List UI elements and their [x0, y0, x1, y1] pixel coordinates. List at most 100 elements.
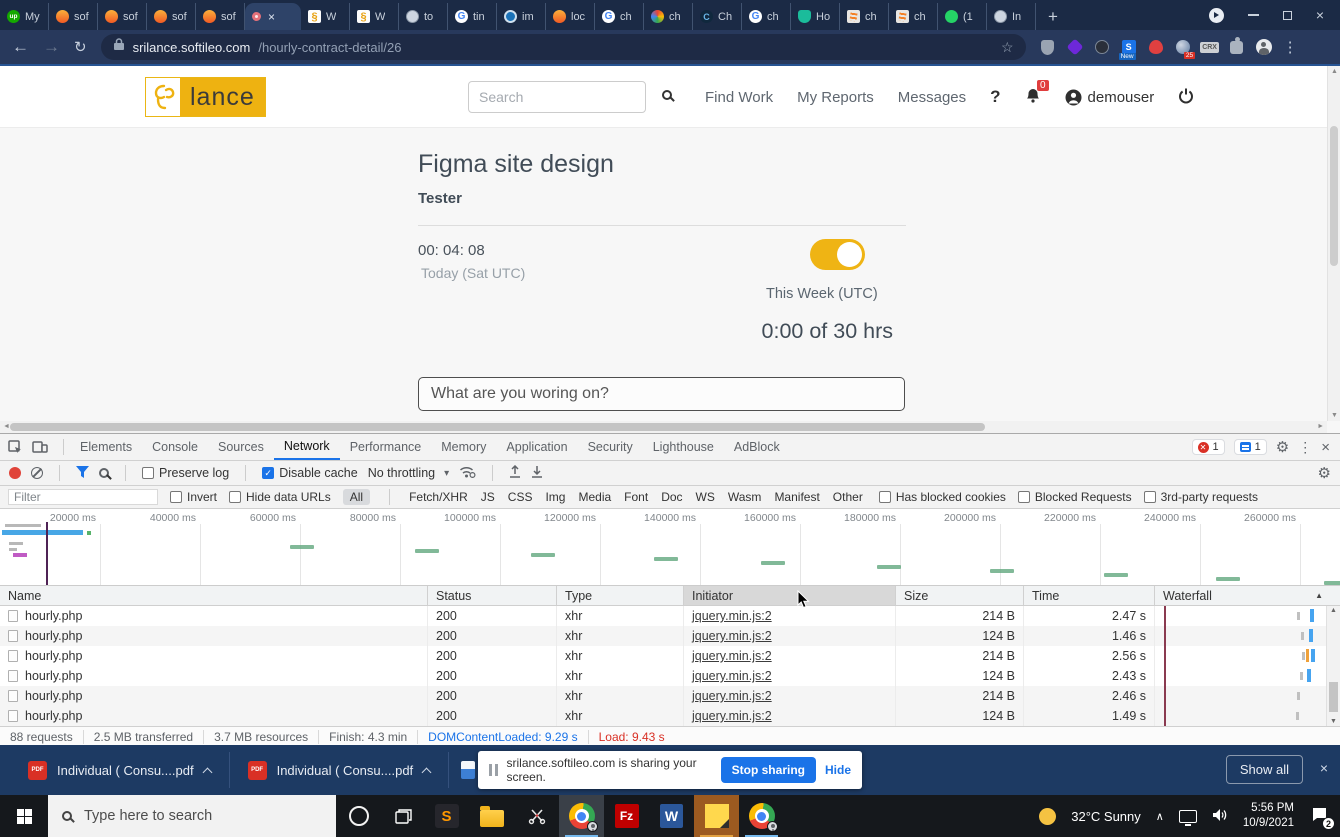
scroll-up-icon[interactable]: ▲ [1331, 68, 1338, 75]
logout-power-icon[interactable] [1178, 87, 1194, 108]
filter-type-font[interactable]: Font [624, 490, 648, 504]
vertical-scroll-thumb[interactable] [1330, 126, 1338, 266]
srilance-logo[interactable]: lance [145, 77, 266, 117]
action-center-button[interactable]: 2 [1311, 807, 1328, 825]
devtools-tab-memory[interactable]: Memory [431, 434, 496, 460]
chevron-up-icon[interactable] [422, 767, 432, 777]
forward-button[interactable]: → [43, 37, 60, 57]
throttling-select[interactable]: No throttling▾ [368, 466, 449, 480]
browser-tab[interactable]: (1 [938, 3, 987, 30]
blocked-requests-checkbox[interactable]: Blocked Requests [1018, 490, 1132, 504]
devtools-tab-performance[interactable]: Performance [340, 434, 432, 460]
filter-type-other[interactable]: Other [833, 490, 863, 504]
clear-network-log-icon[interactable] [31, 467, 43, 479]
initiator-link[interactable]: jquery.min.js:2 [692, 649, 772, 663]
taskbar-clock[interactable]: 5:56 PM 10/9/2021 [1243, 801, 1294, 831]
checkbox-icon[interactable] [879, 491, 891, 503]
table-row[interactable]: hourly.php200xhrjquery.min.js:2214 B2.46… [0, 686, 1340, 706]
dark-extension-icon[interactable] [1094, 39, 1110, 55]
devtools-tab-sources[interactable]: Sources [208, 434, 274, 460]
rows-scrollbar[interactable]: ▲ ▼ [1326, 606, 1340, 726]
browser-tab[interactable]: CCh [693, 3, 742, 30]
taskbar-app-sublime[interactable]: S [424, 795, 469, 837]
preserve-log-checkbox[interactable]: Preserve log [142, 466, 229, 480]
notifications-bell-icon[interactable]: 0 [1025, 87, 1041, 108]
taskbar-app-chrome[interactable] [739, 795, 784, 837]
download-item[interactable]: PDFIndividual ( Consu....pdf [12, 750, 227, 790]
scroll-down-icon[interactable]: ▼ [1331, 412, 1338, 419]
media-control-icon[interactable] [1209, 8, 1224, 23]
taskbar-app-stickynotes[interactable] [694, 795, 739, 837]
table-row[interactable]: hourly.php200xhrjquery.min.js:2214 B2.56… [0, 646, 1340, 666]
browser-tab[interactable]: §W [350, 3, 399, 30]
scroll-up-icon[interactable]: ▲ [1330, 607, 1337, 614]
devtools-tab-security[interactable]: Security [578, 434, 643, 460]
browser-tab[interactable]: Gch [595, 3, 644, 30]
new-tab-button[interactable]: + [1036, 3, 1070, 30]
filter-type-media[interactable]: Media [578, 490, 611, 504]
import-har-icon[interactable] [509, 465, 521, 481]
table-row[interactable]: hourly.php200xhrjquery.min.js:2124 B1.49… [0, 706, 1340, 726]
site-search-input[interactable] [468, 81, 646, 113]
taskbar-app-filezilla[interactable]: Fz [604, 795, 649, 837]
browser-tab[interactable]: sof [98, 3, 147, 30]
browser-tab[interactable]: sof [196, 3, 245, 30]
profile-avatar-icon[interactable] [1256, 39, 1272, 55]
browser-tab[interactable]: §W [301, 3, 350, 30]
column-header-type[interactable]: Type [557, 586, 684, 605]
cell-name[interactable]: hourly.php [0, 706, 428, 726]
table-row[interactable]: hourly.php200xhrjquery.min.js:2124 B1.46… [0, 626, 1340, 646]
back-button[interactable]: ← [12, 37, 29, 57]
filter-type-ws[interactable]: WS [696, 490, 715, 504]
console-errors-badge[interactable]: ✕1 [1192, 439, 1225, 455]
week-toggle[interactable] [810, 239, 865, 270]
initiator-link[interactable]: jquery.min.js:2 [692, 629, 772, 643]
cell-name[interactable]: hourly.php [0, 646, 428, 666]
close-shelf-icon[interactable]: × [1320, 760, 1328, 776]
browser-tab[interactable]: sof [49, 3, 98, 30]
taskbar-search[interactable]: Type here to search [48, 795, 336, 837]
reload-button[interactable]: ↻ [74, 38, 87, 56]
export-har-icon[interactable] [531, 465, 543, 481]
network-display-icon[interactable] [1179, 810, 1197, 823]
disable-cache-checkbox[interactable]: Disable cache [262, 466, 358, 480]
record-network-log-button[interactable] [9, 467, 21, 479]
table-row[interactable]: hourly.php200xhrjquery.min.js:2214 B2.47… [0, 606, 1340, 626]
initiator-link[interactable]: jquery.min.js:2 [692, 689, 772, 703]
checkbox-icon[interactable] [170, 491, 182, 503]
show-all-downloads-button[interactable]: Show all [1226, 755, 1303, 784]
page-vertical-scrollbar[interactable]: ▲ ▼ [1327, 66, 1340, 421]
column-header-waterfall[interactable]: Waterfall▲ [1155, 586, 1340, 605]
taskbar-app-chrome[interactable] [559, 795, 604, 837]
column-header-status[interactable]: Status [428, 586, 557, 605]
start-button[interactable] [0, 795, 48, 837]
browser-tab[interactable]: upMy [0, 3, 49, 30]
download-item[interactable]: PDFIndividual ( Consu....pdf [232, 750, 447, 790]
checkbox-icon[interactable] [229, 491, 241, 503]
browser-tab[interactable]: × [245, 3, 301, 30]
devtools-settings-icon[interactable]: ⚙ [1276, 440, 1289, 455]
filter-type-css[interactable]: CSS [508, 490, 533, 504]
maximize-button[interactable] [1283, 11, 1292, 20]
has-blocked-cookies-checkbox[interactable]: Has blocked cookies [879, 490, 1006, 504]
filter-type-doc[interactable]: Doc [661, 490, 682, 504]
nav-item-messages[interactable]: Messages [898, 89, 966, 106]
taskbar-app-word[interactable]: W [649, 795, 694, 837]
address-bar[interactable]: srilance.softileo.com/hourly-contract-de… [101, 34, 1026, 60]
table-row[interactable]: hourly.php200xhrjquery.min.js:2124 B2.43… [0, 666, 1340, 686]
cortana-button[interactable] [336, 795, 382, 837]
browser-tab[interactable]: ch [840, 3, 889, 30]
devtools-tab-console[interactable]: Console [142, 434, 208, 460]
checkbox-checked-icon[interactable] [262, 467, 274, 479]
cell-name[interactable]: hourly.php [0, 626, 428, 646]
purple-extension-icon[interactable] [1067, 39, 1083, 55]
document-download-icon[interactable] [461, 761, 475, 779]
cell-name[interactable]: hourly.php [0, 666, 428, 686]
filter-type-img[interactable]: Img [545, 490, 565, 504]
nav-item-find-work[interactable]: Find Work [705, 89, 773, 106]
filter-type-fetch-xhr[interactable]: Fetch/XHR [409, 490, 468, 504]
minimize-button[interactable] [1248, 14, 1259, 16]
initiator-link[interactable]: jquery.min.js:2 [692, 609, 772, 623]
speaker-icon[interactable] [1212, 808, 1228, 825]
filter-type-js[interactable]: JS [481, 490, 495, 504]
